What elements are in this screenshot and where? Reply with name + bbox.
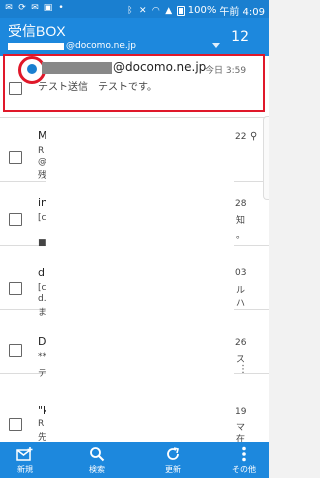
peek-date: 03	[235, 268, 247, 278]
more-icon: •	[58, 3, 64, 13]
peek-text: ハ	[236, 299, 246, 309]
unread-dot-icon	[27, 64, 37, 74]
search-icon	[90, 447, 105, 462]
scroll-handle[interactable]	[263, 116, 269, 200]
mail-checkbox[interactable]	[9, 418, 22, 431]
wifi-icon: ◠	[151, 5, 160, 16]
status-left-icons: ✉ ⟳ ✉ ▣ •	[4, 3, 66, 13]
account-name-redacted	[8, 42, 64, 50]
other-menu-label: その他	[232, 465, 256, 474]
mail-checkbox[interactable]	[9, 151, 22, 164]
peek-text: R	[38, 146, 45, 156]
peek-date: 26	[235, 338, 247, 348]
peek-text: 知	[236, 216, 246, 226]
mail-checkbox[interactable]	[9, 344, 22, 357]
sender-domain: @docomo.ne.jp	[113, 60, 207, 74]
peek-text: ル	[236, 286, 246, 296]
clock: 午前 4:09	[219, 7, 265, 18]
battery-icon	[176, 5, 185, 16]
folder-title: 受信BOX	[8, 23, 66, 39]
app-header: 受信BOX @docomo.ne.jp 12	[0, 18, 269, 56]
peek-date: 19	[235, 407, 247, 417]
sync-icon: ⟳	[18, 3, 26, 13]
mail-count: 12	[231, 29, 249, 45]
account-domain: @docomo.ne.jp	[66, 41, 136, 51]
mail-preview: テスト送信 テストです。	[38, 82, 157, 93]
dropdown-caret-icon[interactable]	[212, 43, 220, 48]
account-selector[interactable]: @docomo.ne.jp	[8, 40, 136, 52]
attachment-icon: ⚲	[250, 131, 258, 142]
refresh-label: 更新	[165, 465, 181, 474]
signal-icon: ▲	[165, 5, 173, 16]
mail-checkbox[interactable]	[9, 213, 22, 226]
search-button[interactable]: 検索	[72, 442, 122, 478]
new-mail-label: 新規	[17, 465, 33, 474]
more-vert-icon: ⋮	[238, 364, 248, 375]
sender-name-redacted	[42, 62, 112, 74]
more-vert-icon	[242, 446, 246, 462]
other-menu-button[interactable]: その他	[219, 442, 269, 478]
peek-text: R	[38, 419, 45, 429]
new-mail-button[interactable]: 新規	[0, 442, 50, 478]
status-right-icons: ᛒ ✕ ◠ ▲ 100% 午前 4:09	[125, 3, 265, 18]
image-icon: ▣	[43, 3, 53, 13]
status-bar: ✉ ⟳ ✉ ▣ • ᛒ ✕ ◠ ▲ 100% 午前 4:09	[0, 0, 269, 18]
mail-notification-icon: ✉	[31, 3, 39, 13]
refresh-button[interactable]: 更新	[148, 442, 198, 478]
mute-icon: ✕	[138, 5, 147, 16]
mail-checkbox[interactable]	[9, 282, 22, 295]
refresh-icon	[167, 447, 179, 460]
bottom-toolbar: 新規 検索 更新 その他	[0, 442, 269, 478]
peek-text: d	[38, 266, 45, 279]
peek-date: 22	[235, 132, 247, 142]
mail-icon: ✉	[5, 3, 13, 13]
search-label: 検索	[89, 465, 105, 474]
bluetooth-icon: ᛒ	[127, 5, 133, 16]
overlay-sheet	[46, 118, 234, 442]
mail-date: 今日 3:59	[205, 66, 247, 76]
new-mail-icon	[16, 447, 33, 461]
peek-date: 28	[235, 199, 247, 209]
battery-level: 100%	[187, 5, 217, 16]
peek-text: 。	[236, 231, 246, 241]
